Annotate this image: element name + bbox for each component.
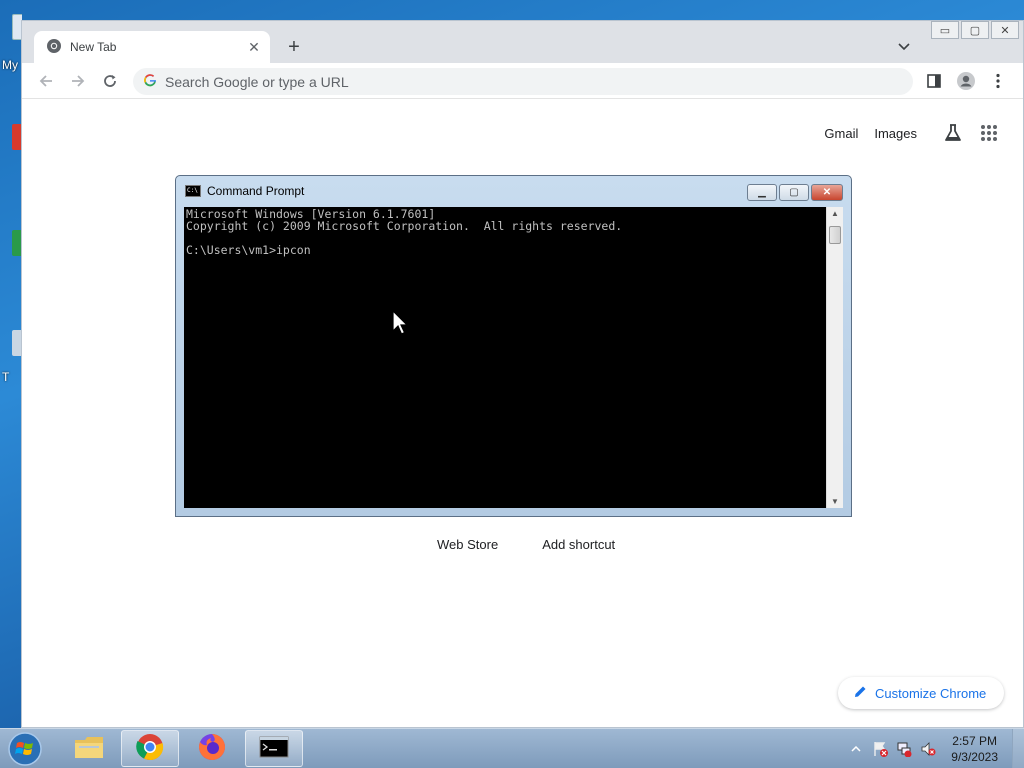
close-tab-icon[interactable]: ✕ bbox=[244, 37, 264, 57]
mouse-cursor-icon bbox=[392, 309, 409, 339]
back-arrow-icon[interactable] bbox=[34, 69, 58, 93]
profile-avatar-icon[interactable] bbox=[954, 69, 978, 93]
start-button[interactable] bbox=[4, 730, 46, 768]
cmd-title: Command Prompt bbox=[207, 184, 305, 198]
reload-icon[interactable] bbox=[98, 69, 122, 93]
close-window-button[interactable]: ✕ bbox=[991, 21, 1019, 39]
desktop-icon-label: My bbox=[2, 58, 18, 72]
show-desktop-button[interactable] bbox=[1012, 729, 1024, 768]
cmd-app-icon: C:\ bbox=[185, 185, 201, 197]
shortcut-web-store[interactable]: Web Store bbox=[437, 537, 498, 552]
restore-button[interactable]: ▢ bbox=[961, 21, 989, 39]
firefox-icon bbox=[197, 732, 227, 765]
browser-toolbar bbox=[22, 63, 1023, 99]
shortcut-add-shortcut[interactable]: Add shortcut bbox=[542, 537, 615, 552]
apps-grid-icon[interactable] bbox=[973, 117, 1005, 149]
scroll-thumb[interactable] bbox=[829, 226, 841, 244]
shortcuts-row: Web Store Add shortcut bbox=[437, 537, 659, 552]
search-input[interactable] bbox=[165, 73, 865, 90]
forward-arrow-icon[interactable] bbox=[66, 69, 90, 93]
system-tray: 2:57 PM 9/3/2023 bbox=[847, 729, 1024, 768]
clock-time: 2:57 PM bbox=[952, 734, 997, 748]
taskbar-clock[interactable]: 2:57 PM 9/3/2023 bbox=[951, 733, 998, 765]
network-icon[interactable] bbox=[895, 740, 913, 758]
images-link[interactable]: Images bbox=[874, 126, 917, 141]
folder-icon bbox=[73, 734, 105, 763]
labs-flask-icon[interactable] bbox=[937, 117, 969, 149]
volume-muted-icon[interactable] bbox=[919, 740, 937, 758]
chrome-favicon-icon bbox=[46, 38, 62, 57]
new-tab-button[interactable]: + bbox=[282, 35, 306, 59]
omnibox[interactable] bbox=[133, 68, 913, 95]
side-panel-icon[interactable] bbox=[922, 69, 946, 93]
ntp-header: Gmail Images bbox=[824, 117, 1005, 149]
customize-chrome-button[interactable]: Customize Chrome bbox=[838, 677, 1004, 709]
taskbar-chrome-button[interactable] bbox=[121, 730, 179, 767]
cmd-scrollbar[interactable]: ▲ ▼ bbox=[826, 207, 843, 508]
gmail-link[interactable]: Gmail bbox=[824, 126, 858, 141]
taskbar-explorer-button[interactable] bbox=[60, 730, 118, 767]
show-hidden-icons-chevron-icon[interactable] bbox=[847, 740, 865, 758]
cmd-maximize-button[interactable]: ▢ bbox=[779, 184, 809, 201]
tab-search-chevron-icon[interactable] bbox=[892, 37, 916, 57]
customize-chrome-label: Customize Chrome bbox=[875, 685, 987, 701]
taskbar-cmd-button[interactable] bbox=[245, 730, 303, 767]
window-controls: ▭ ▢ ✕ bbox=[929, 21, 1019, 39]
console-prompt-line: C:\Users\vm1>ipcon bbox=[186, 243, 311, 257]
google-g-icon bbox=[143, 73, 157, 90]
cmd-minimize-button[interactable]: ▁ bbox=[747, 184, 777, 201]
cmd-icon bbox=[259, 736, 289, 761]
clock-date: 9/3/2023 bbox=[951, 750, 998, 764]
kebab-menu-icon[interactable] bbox=[986, 69, 1010, 93]
tab-title: New Tab bbox=[70, 40, 117, 54]
scroll-up-arrow-icon[interactable]: ▲ bbox=[831, 209, 839, 218]
console-line: Copyright (c) 2009 Microsoft Corporation… bbox=[186, 219, 623, 233]
cmd-console-output[interactable]: Microsoft Windows [Version 6.1.7601] Copy… bbox=[184, 207, 826, 508]
chrome-icon bbox=[136, 733, 164, 764]
cmd-window-controls: ▁ ▢ ✕ bbox=[745, 184, 843, 201]
minimize-button[interactable]: ▭ bbox=[931, 21, 959, 39]
cmd-close-button[interactable]: ✕ bbox=[811, 184, 843, 201]
command-prompt-window[interactable]: C:\ Command Prompt ▁ ▢ ✕ Microsoft Windo… bbox=[175, 175, 852, 517]
taskbar-firefox-button[interactable] bbox=[183, 730, 241, 767]
pencil-icon bbox=[854, 685, 867, 701]
tab-strip: New Tab ✕ + ▭ ▢ ✕ bbox=[22, 21, 1023, 63]
taskbar: 2:57 PM 9/3/2023 bbox=[0, 728, 1024, 768]
scroll-down-arrow-icon[interactable]: ▼ bbox=[831, 497, 839, 506]
action-center-flag-icon[interactable] bbox=[871, 740, 889, 758]
desktop-icon-label: T bbox=[2, 370, 10, 384]
desktop-background: My T bbox=[0, 0, 22, 728]
tab-new-tab[interactable]: New Tab ✕ bbox=[34, 31, 270, 63]
cmd-titlebar[interactable]: C:\ Command Prompt ▁ ▢ ✕ bbox=[176, 176, 851, 206]
